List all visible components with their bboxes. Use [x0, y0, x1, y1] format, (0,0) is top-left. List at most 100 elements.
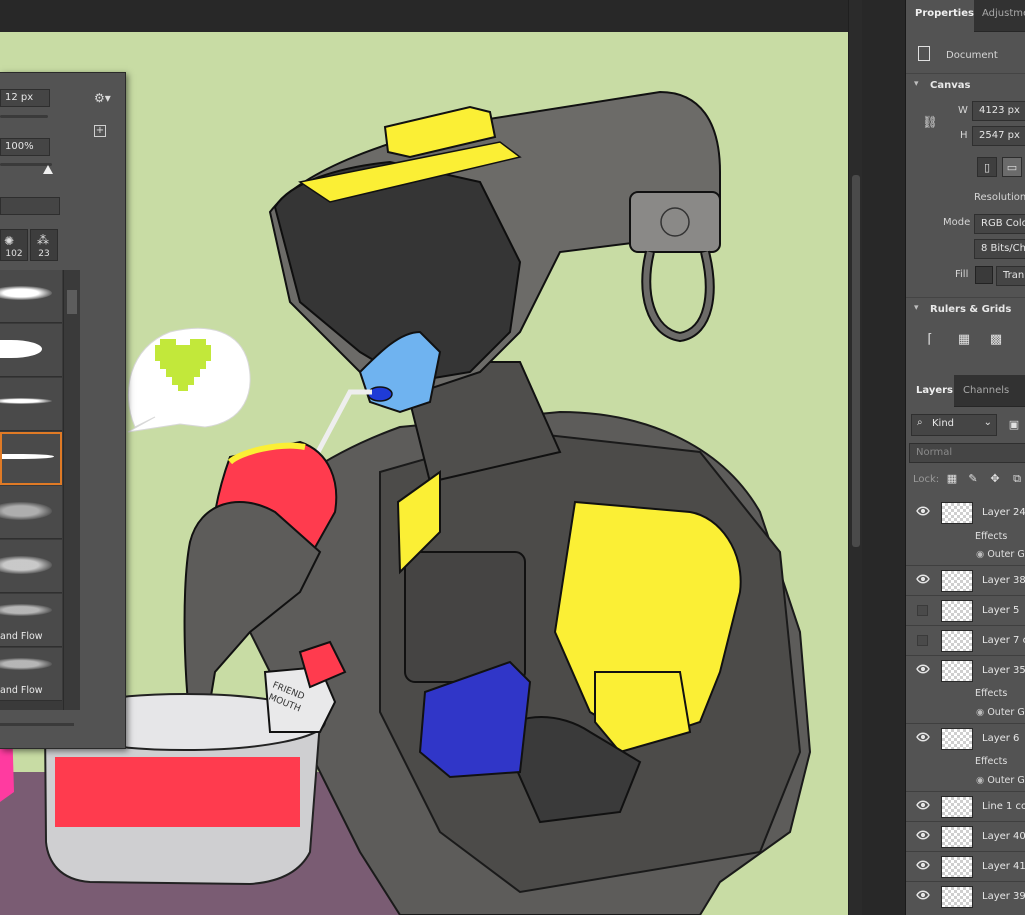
layer-row[interactable]: Layer 40: [906, 822, 1025, 852]
brush-preset-list[interactable]: and Flow and Flow: [0, 270, 64, 710]
new-preset-icon[interactable]: +: [94, 125, 106, 137]
layer-row[interactable]: Layer 24: [906, 498, 1025, 528]
portrait-orientation-icon[interactable]: ▯: [977, 157, 997, 177]
preset-scroll-thumb[interactable]: [67, 290, 77, 314]
eye-icon[interactable]: [916, 732, 930, 742]
layer-thumbnail: [941, 660, 973, 682]
brush-preset[interactable]: [0, 270, 62, 323]
width-field[interactable]: 4123 px: [972, 101, 1025, 121]
layer-row[interactable]: Line 1 cop: [906, 792, 1025, 822]
bit-depth-select[interactable]: 8 Bits/Cha: [974, 239, 1025, 259]
image-filter-icon[interactable]: ▣: [1004, 415, 1024, 435]
layer-effects-label[interactable]: Effects: [975, 531, 1007, 542]
layer-row[interactable]: Layer 35: [906, 656, 1025, 686]
lock-move-icon[interactable]: ✥: [985, 469, 1005, 489]
splatter-icon: ✺: [4, 234, 15, 248]
layer-effect-item[interactable]: ◉ Outer G: [976, 707, 1025, 718]
width-label: W: [958, 105, 968, 116]
bucket-label: [55, 757, 300, 827]
gear-icon[interactable]: ⚙▾: [94, 91, 111, 105]
eye-icon[interactable]: [916, 574, 930, 584]
hardness-field[interactable]: 100%: [0, 138, 50, 156]
layer-thumbnail: [941, 796, 973, 818]
document-label: Document: [946, 50, 998, 61]
brush-preset[interactable]: [0, 378, 62, 431]
layer-name: Layer 41: [982, 861, 1025, 872]
height-field[interactable]: 2547 px: [972, 126, 1025, 146]
eye-icon[interactable]: [916, 890, 930, 900]
scroll-thumb[interactable]: [852, 175, 860, 547]
eye-icon[interactable]: ◉: [976, 549, 984, 560]
eye-icon[interactable]: [916, 860, 930, 870]
eye-icon[interactable]: [916, 664, 930, 674]
tip-count: 23: [38, 249, 50, 259]
search-brushes-field[interactable]: [0, 197, 60, 215]
lock-artboard-icon[interactable]: ⧉: [1007, 469, 1025, 489]
preset-scrollbar[interactable]: [64, 270, 80, 710]
eye-icon[interactable]: ◉: [976, 707, 984, 718]
lock-transparent-icon[interactable]: ▦: [942, 469, 962, 489]
canvas-section-header[interactable]: ▾ Canvas: [906, 73, 1025, 97]
lock-brush-icon[interactable]: ✎: [963, 469, 983, 489]
canvas-artwork[interactable]: FRIEND MOUTH: [0, 32, 848, 915]
tab-properties[interactable]: Properties: [915, 8, 974, 19]
layer-effects-label[interactable]: Effects: [975, 688, 1007, 699]
hardness-slider-thumb[interactable]: [43, 165, 53, 174]
tab-channels[interactable]: Channels: [963, 385, 1009, 396]
tab-adjustments[interactable]: Adjustme: [982, 8, 1025, 19]
brush-preset[interactable]: [0, 540, 62, 593]
document-area: FRIEND MOUTH: [0, 0, 848, 915]
link-chain-icon[interactable]: ⛓: [920, 112, 940, 132]
height-label: H: [960, 130, 968, 141]
layer-row[interactable]: Layer 5: [906, 596, 1025, 626]
layer-name: Layer 6: [982, 733, 1020, 744]
layer-thumbnail: [941, 886, 973, 908]
brush-size-field[interactable]: 12 px: [0, 89, 50, 107]
chevron-down-icon: ⌄: [983, 417, 992, 428]
layer-row[interactable]: Layer 39: [906, 882, 1025, 912]
tab-layers[interactable]: Layers: [916, 385, 953, 396]
layer-thumbnail: [941, 826, 973, 848]
brush-settings-panel: 12 px ⚙▾ + 100% ✺ 102 ⁂ 23 and Flow and …: [0, 72, 126, 749]
blend-mode-select[interactable]: Normal: [909, 443, 1025, 463]
resolution-label: Resolution:: [974, 192, 1025, 203]
layer-effects-label[interactable]: Effects: [975, 756, 1007, 767]
eye-icon[interactable]: [916, 800, 930, 810]
eye-icon[interactable]: [916, 830, 930, 840]
color-mode-select[interactable]: RGB Colo: [974, 214, 1025, 234]
brush-preset-selected[interactable]: [0, 432, 62, 485]
document-vertical-scrollbar[interactable]: [848, 0, 862, 915]
layer-name: Layer 24: [982, 507, 1025, 518]
layer-row[interactable]: Layer 38: [906, 566, 1025, 596]
visibility-toggle[interactable]: [917, 605, 928, 616]
fill-swatch[interactable]: [975, 266, 993, 284]
brush-tip-1[interactable]: ✺ 102: [0, 229, 28, 261]
brush-preset[interactable]: [0, 486, 62, 539]
brush-preset[interactable]: [0, 324, 62, 377]
panel-horizontal-scrollbar[interactable]: [0, 723, 74, 726]
layer-effect-item[interactable]: ◉ Outer G: [976, 775, 1025, 786]
guides-icon[interactable]: ▩: [986, 330, 1006, 350]
brush-preset[interactable]: and Flow: [0, 594, 62, 647]
brush-preset[interactable]: and Flow: [0, 648, 62, 701]
eye-icon[interactable]: ◉: [976, 775, 984, 786]
brush-tip-2[interactable]: ⁂ 23: [30, 229, 58, 261]
ruler-icon[interactable]: ⌈: [920, 330, 940, 350]
properties-tabbar: Properties Adjustme: [906, 0, 1025, 32]
document-icon: [918, 46, 930, 61]
landscape-orientation-icon[interactable]: ▭: [1002, 157, 1022, 177]
visibility-toggle[interactable]: [917, 635, 928, 646]
fill-select[interactable]: Tran: [996, 266, 1025, 286]
size-slider[interactable]: [0, 115, 48, 118]
layer-effect-item[interactable]: ◉ Outer G: [976, 549, 1025, 560]
layer-filter-kind-select[interactable]: ⌕ Kind ⌄: [911, 414, 997, 436]
layer-row[interactable]: Layer 7 co: [906, 626, 1025, 656]
grid-icon[interactable]: ▦: [954, 330, 974, 350]
chevron-down-icon: ▾: [914, 303, 919, 313]
rulers-grids-section-header[interactable]: ▾ Rulers & Grids: [906, 297, 1025, 321]
preset-label: and Flow: [0, 631, 43, 642]
layer-row[interactable]: Layer 41: [906, 852, 1025, 882]
layer-thumbnail: [941, 630, 973, 652]
eye-icon[interactable]: [916, 506, 930, 516]
layer-row[interactable]: Layer 6: [906, 724, 1025, 754]
